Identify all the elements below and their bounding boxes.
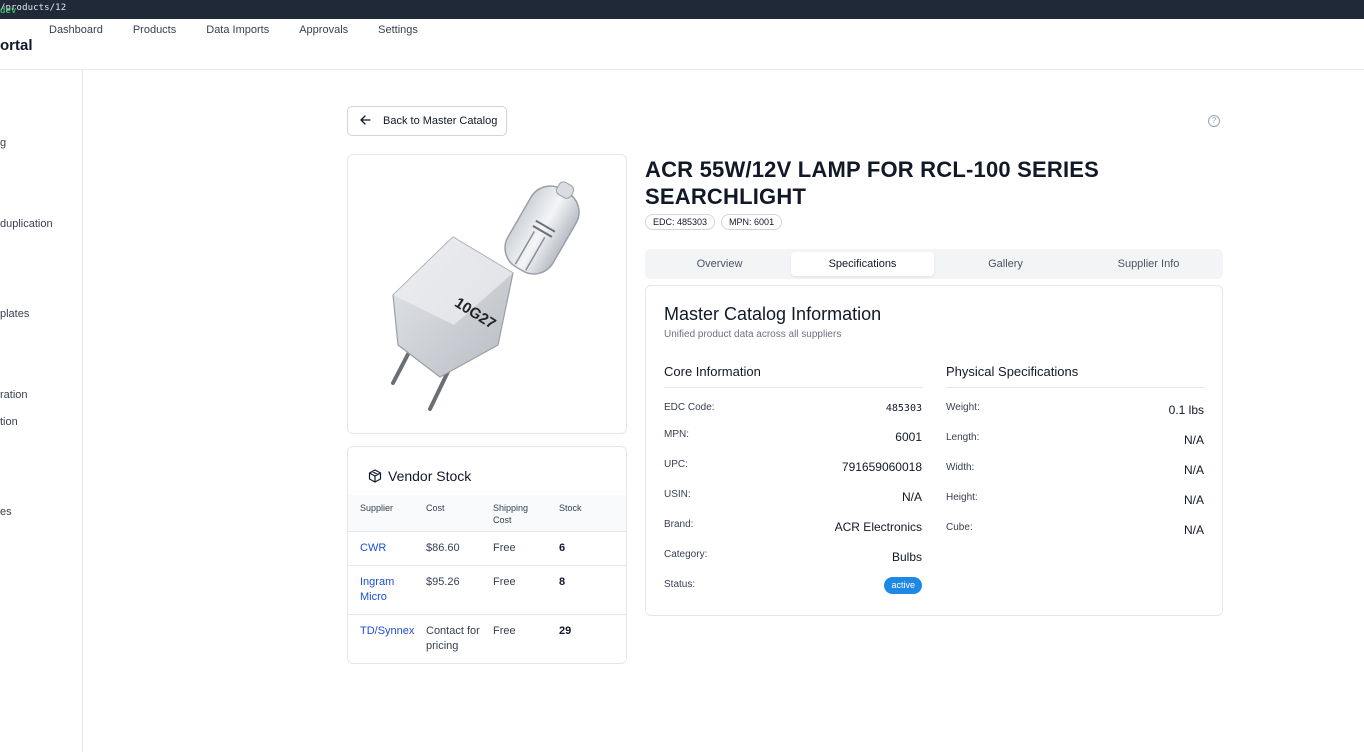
edc-code-label: EDC Code: <box>664 402 715 413</box>
back-to-catalog-button[interactable]: Back to Master Catalog <box>347 106 507 136</box>
product-title-line2: SEARCHLIGHT <box>645 184 807 209</box>
upc-value: 791659060018 <box>841 460 922 474</box>
brand-label: Brand: <box>664 519 694 530</box>
supplier-link-line1: Ingram <box>360 576 395 588</box>
cube-value: N/A <box>1183 523 1204 537</box>
usin-value: N/A <box>901 490 922 504</box>
product-image: 10G27 <box>391 181 580 411</box>
arrow-left-icon <box>360 114 371 128</box>
mpn-label: MPN: <box>664 429 689 440</box>
col-cost: Cost <box>426 503 445 513</box>
nav-links: Dashboard Products Data Imports Approval… <box>49 24 448 36</box>
stock-cell: 6 <box>559 542 566 554</box>
upc-label: UPC: <box>664 459 688 470</box>
cost-cell: Contact for pricing <box>426 624 480 654</box>
table-row: Ingram Micro $95.26 Free 8 <box>348 566 626 615</box>
master-catalog-card: Master Catalog Information Unified produ… <box>645 285 1223 616</box>
table-row: TD/Synnex Contact for pricing Free 29 <box>348 615 626 663</box>
nav-products[interactable]: Products <box>133 24 176 36</box>
core-info-divider <box>664 387 923 388</box>
brand-value: ACR Electronics <box>834 520 922 534</box>
weight-value: 0.1 lbs <box>1168 403 1204 417</box>
table-row: CWR $86.60 Free 6 <box>348 532 626 566</box>
height-label: Height: <box>946 492 978 503</box>
product-image-card: 10G27 <box>347 154 627 434</box>
shipping-cell: Free <box>493 576 516 588</box>
cost-line2: pricing <box>426 640 459 652</box>
top-navigation: ortal Dashboard Products Data Imports Ap… <box>0 19 1364 70</box>
sidebar-item-validation[interactable]: tion <box>0 416 18 428</box>
core-info-title: Core Information <box>664 364 761 379</box>
vendor-stock-header: Vendor Stock <box>368 468 471 484</box>
category-label: Category: <box>664 549 708 560</box>
mpn-chip: MPN: 6001 <box>721 214 783 230</box>
sidebar-item-templates[interactable]: plates <box>0 308 29 320</box>
sidebar-item-configuration[interactable]: ration <box>0 389 28 401</box>
shipping-cell: Free <box>493 542 516 554</box>
length-label: Length: <box>946 432 980 443</box>
col-supplier: Supplier <box>360 503 394 513</box>
supplier-link[interactable]: Ingram Micro <box>360 575 394 605</box>
back-button-label: Back to Master Catalog <box>383 115 498 127</box>
master-catalog-subtitle: Unified product data across all supplier… <box>664 329 842 340</box>
status-label: Status: <box>664 579 696 590</box>
weight-label: Weight: <box>946 402 980 413</box>
width-label: Width: <box>946 462 975 473</box>
nav-approvals[interactable]: Approvals <box>299 24 348 36</box>
master-catalog-title: Master Catalog Information <box>664 304 882 324</box>
sidebar-item-duplication[interactable]: duplication <box>0 218 53 230</box>
supplier-link[interactable]: TD/Synnex <box>360 624 414 639</box>
tab-gallery[interactable]: Gallery <box>934 252 1077 276</box>
col-shipping-line1: Shipping <box>493 503 529 513</box>
nav-dashboard[interactable]: Dashboard <box>49 24 103 36</box>
supplier-link[interactable]: CWR <box>360 541 386 556</box>
sidebar-item-rules[interactable]: es <box>0 506 12 518</box>
edc-chip: EDC: 485303 <box>645 214 716 230</box>
cost-line1: Contact for <box>426 625 480 637</box>
stock-cell: 8 <box>559 576 566 588</box>
product-id-chips: EDC: 485303 MPN: 6001 <box>645 214 783 230</box>
product-tabs: Overview Specifications Gallery Supplier… <box>645 249 1223 279</box>
physical-specs-divider <box>946 387 1205 388</box>
vendor-stock-table-header: Supplier Cost Shipping Cost Stock <box>348 495 626 532</box>
status-badge: active <box>884 577 922 594</box>
edc-code-value: 485303 <box>885 403 922 414</box>
col-shipping-cost: Shipping Cost <box>493 502 528 526</box>
tab-supplier-info[interactable]: Supplier Info <box>1077 252 1220 276</box>
brand-title: ortal <box>0 37 33 54</box>
product-title-line1: ACR 55W/12V LAMP FOR RCL-100 SERIES <box>645 157 1100 182</box>
height-value: N/A <box>1183 493 1204 507</box>
category-value: Bulbs <box>891 550 922 564</box>
mpn-value: 6001 <box>895 430 922 444</box>
supplier-link-line2: Micro <box>360 591 387 603</box>
product-title: ACR 55W/12V LAMP FOR RCL-100 SERIES SEAR… <box>645 156 1205 210</box>
width-value: N/A <box>1183 463 1204 477</box>
usin-label: USIN: <box>664 489 691 500</box>
col-shipping-line2: Cost <box>493 515 512 525</box>
vendor-stock-card: Vendor Stock Supplier Cost Shipping Cost… <box>347 446 627 664</box>
cost-cell: $95.26 <box>426 576 460 588</box>
tab-overview[interactable]: Overview <box>648 252 791 276</box>
sidebar: g duplication plates ration tion es <box>0 70 83 752</box>
length-value: N/A <box>1183 433 1204 447</box>
tab-specifications[interactable]: Specifications <box>791 252 934 276</box>
nav-data-imports[interactable]: Data Imports <box>206 24 269 36</box>
stock-cell: 29 <box>559 625 572 637</box>
vendor-stock-title: Vendor Stock <box>388 468 472 484</box>
browser-url-bar[interactable]: dev/products/12 <box>0 0 1364 19</box>
sidebar-item-1[interactable]: g <box>0 137 6 149</box>
box-icon <box>368 469 382 483</box>
cost-cell: $86.60 <box>426 542 460 554</box>
physical-specs-title: Physical Specifications <box>946 364 1079 379</box>
help-circle-icon[interactable]: ? <box>1208 115 1220 127</box>
url-host: dev <box>0 6 17 16</box>
url-text[interactable]: dev/products/12 <box>0 3 66 16</box>
shipping-cell: Free <box>493 625 516 637</box>
col-stock: Stock <box>559 503 582 513</box>
cube-label: Cube: <box>946 522 973 533</box>
nav-settings[interactable]: Settings <box>378 24 418 36</box>
